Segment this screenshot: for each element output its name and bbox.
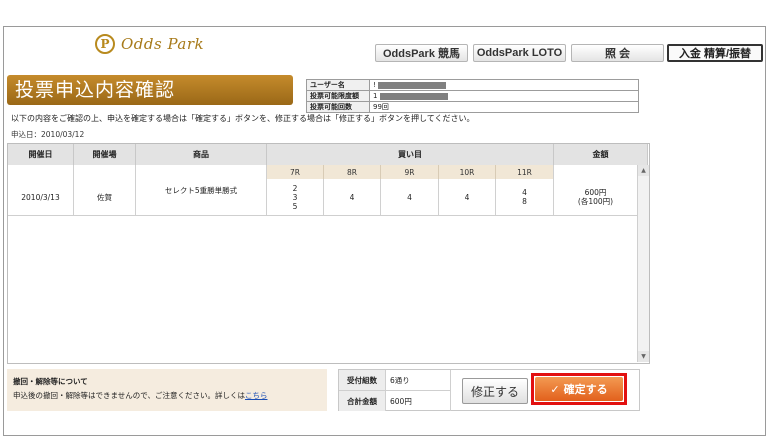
page-title: 投票申込内容確認 <box>7 75 293 105</box>
bet-count-value: 99回 <box>369 101 639 113</box>
race-11r: 11R <box>496 165 554 179</box>
nav-deposit-settlement[interactable]: 入金 精算/振替 <box>667 44 763 62</box>
row-amount: 600円 (各100円) <box>577 188 614 206</box>
apply-date: 申込日：2010/03/12 <box>11 130 85 139</box>
combo-value: 6通り <box>386 370 451 390</box>
cancellation-notice: 撤回・解除等について 申込後の撤回・解除等はできませんので、ご注意ください。詳し… <box>7 369 327 411</box>
confirm-label: 確定する <box>563 383 608 396</box>
header-amount: 金額 <box>554 144 648 165</box>
row-bet-8r: 4 <box>349 192 355 202</box>
row-bet-11r: 4 8 <box>522 188 527 206</box>
race-10r: 10R <box>439 165 496 179</box>
race-9r: 9R <box>381 165 439 179</box>
row-divider <box>8 215 637 216</box>
header-venue: 開催場 <box>74 144 136 165</box>
scroll-down-icon[interactable]: ▼ <box>638 351 649 362</box>
bet-table: 開催日 開催場 商品 買い目 金額 7R 8R 9R 10R 11R 2010/… <box>7 143 650 364</box>
user-info-table: ユーザー名 ! 投票可能限度額 1 投票可能回数 99回 <box>306 79 639 113</box>
user-name-label: ユーザー名 <box>306 79 370 91</box>
table-scrollbar[interactable]: ▲ ▼ <box>637 165 649 362</box>
row-bet-10r: 4 <box>464 192 470 202</box>
nav-oddspark-loto[interactable]: OddsPark LOTO <box>473 44 566 62</box>
row-bet-7r: 2 3 5 <box>292 183 298 211</box>
total-value: 600円 <box>386 391 451 411</box>
bet-count-label: 投票可能回数 <box>306 101 370 113</box>
combo-row: 受付組数 6通り <box>339 370 451 391</box>
check-icon: ✓ <box>550 382 560 396</box>
bet-limit-label: 投票可能限度額 <box>306 90 370 102</box>
modify-button[interactable]: 修正する <box>462 378 528 404</box>
notice-title: 撤回・解除等について <box>13 377 88 386</box>
instruction-text: 以下の内容をご確認の上、申込を確定する場合は「確定する」ボタンを、修正する場合は… <box>11 114 475 123</box>
confirm-button[interactable]: ✓ 確定する <box>535 377 623 401</box>
race-8r: 8R <box>324 165 381 179</box>
total-row: 合計金額 600円 <box>339 391 451 411</box>
row-date: 2010/3/13 <box>21 192 60 202</box>
header-bets: 買い目 <box>267 144 554 165</box>
row-venue: 佐賀 <box>97 192 112 202</box>
notice-link[interactable]: こちら <box>245 391 268 400</box>
nav-oddspark-keiba[interactable]: OddsPark 競馬 <box>375 44 468 62</box>
row-bet-9r: 4 <box>407 192 412 202</box>
total-label: 合計金額 <box>339 391 386 411</box>
redacted-block <box>378 81 447 89</box>
logo-text: Odds Park <box>121 35 205 53</box>
notice-text: 申込後の撤回・解除等はできませんので、ご注意ください。詳しくは <box>13 391 245 400</box>
scroll-up-icon[interactable]: ▲ <box>638 165 649 176</box>
logo-p-icon: P <box>95 34 115 54</box>
combo-label: 受付組数 <box>339 370 386 390</box>
header-date: 開催日 <box>8 144 74 165</box>
bet-limit-value: 1 <box>369 90 639 102</box>
notice-body: 申込後の撤回・解除等はできませんので、ご注意ください。詳しくはこちら <box>13 390 321 401</box>
header-product: 商品 <box>136 144 267 165</box>
nav-inquiry[interactable]: 照 会 <box>571 44 664 62</box>
redacted-block <box>379 92 448 100</box>
user-name-value: ! <box>369 79 639 91</box>
race-7r: 7R <box>267 165 324 179</box>
odds-park-logo[interactable]: P Odds Park <box>95 33 204 55</box>
row-product: セレクト5重勝単勝式 <box>164 185 238 195</box>
